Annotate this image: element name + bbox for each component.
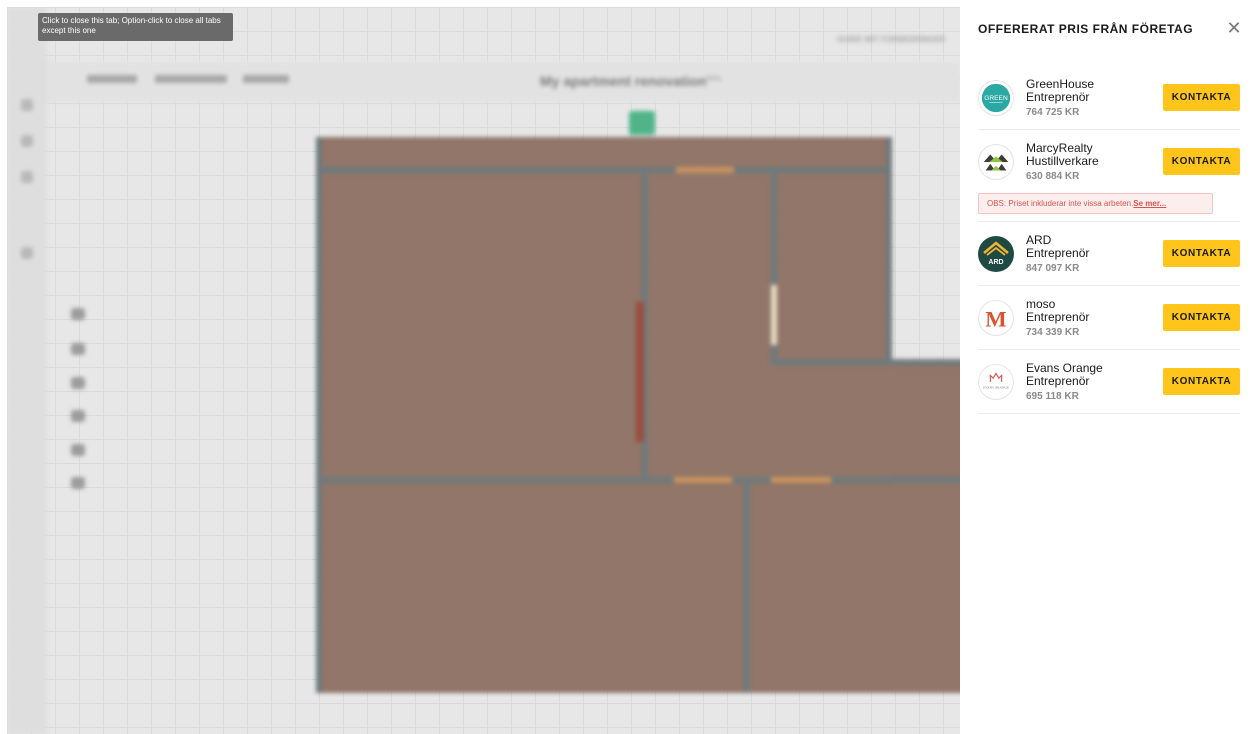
svg-text:ARD: ARD <box>988 259 1003 266</box>
tool-icon <box>21 99 33 111</box>
door <box>676 167 734 173</box>
door <box>636 302 644 442</box>
provider-type: Hustillverkare <box>1026 154 1099 168</box>
background-app-title: My apartment renovationBeta <box>540 73 721 89</box>
side-tool-icon <box>71 444 85 456</box>
provider-type: Entreprenör <box>1026 246 1090 260</box>
wall <box>316 137 322 693</box>
nav-item <box>155 75 227 83</box>
door <box>771 285 777 345</box>
provider-price: 847 097 KR <box>1026 263 1080 274</box>
nav-item <box>87 75 137 83</box>
floor-plan <box>316 137 960 693</box>
greenhouse-logo-icon: GREEN <box>978 80 1014 116</box>
floor-planner-background: My apartment renovationBeta GUIDE MIT FO… <box>7 7 960 734</box>
moso-logo-icon: M <box>978 300 1014 336</box>
side-tool-icon <box>71 377 85 389</box>
wall <box>771 359 960 365</box>
ard-logo-graphic: ARD <box>983 241 1009 266</box>
kontakta-button-marcyrealty[interactable]: KONTAKTA <box>1163 148 1240 175</box>
close-icon[interactable]: ✕ <box>1226 19 1242 37</box>
nav-item <box>243 75 289 83</box>
provider-type: Entreprenör <box>1026 374 1090 388</box>
panel-header: OFFERERAT PRIS FRÅN FÖRETAG ✕ <box>960 0 1250 58</box>
kontakta-button-evans-orange[interactable]: KONTAKTA <box>1163 368 1240 395</box>
see-more-link[interactable]: Se mer... <box>1133 199 1166 208</box>
title-badge: Beta <box>706 75 721 83</box>
provider-price: 734 339 KR <box>1026 327 1080 338</box>
tool-icon <box>21 135 33 147</box>
side-tool-icon <box>71 343 85 355</box>
provider-row-evans-orange: EVANS ORANGE Evans Orange Entreprenör 69… <box>978 350 1240 414</box>
panel-title: OFFERERAT PRIS FRÅN FÖRETAG <box>978 22 1194 36</box>
kontakta-button-ard[interactable]: KONTAKTA <box>1163 240 1240 267</box>
floor-area <box>316 137 892 693</box>
marcyrealty-logo-icon <box>978 144 1014 180</box>
provider-row-greenhouse: GREEN GreenHouse Entreprenör 764 725 KR … <box>978 66 1240 130</box>
door <box>771 477 831 483</box>
provider-price: 630 884 KR <box>1026 171 1080 182</box>
wall <box>316 167 886 173</box>
door <box>674 477 732 483</box>
app-root: My apartment renovationBeta GUIDE MIT FO… <box>0 0 1250 734</box>
moso-logo-graphic: M <box>985 307 1006 332</box>
ard-logo-icon: ARD <box>978 236 1014 272</box>
provider-row-moso: M moso Entreprenör 734 339 KR KONTAKTA <box>978 286 1240 350</box>
side-tool-icon <box>71 308 85 320</box>
notice-text: OBS: Priset inkluderar inte vissa arbete… <box>987 199 1134 208</box>
wall <box>744 477 750 693</box>
app-title-text: My apartment renovation <box>540 73 707 89</box>
side-tool-icon <box>71 410 85 422</box>
svg-text:M: M <box>985 307 1006 332</box>
svg-text:EVANS ORANGE: EVANS ORANGE <box>983 386 1009 390</box>
provider-row-marcyrealty: MarcyRealty Hustillverkare 630 884 KR KO… <box>978 130 1240 190</box>
price-notice: OBS: Priset inkluderar inte vissa arbete… <box>978 193 1213 214</box>
wall <box>316 477 960 483</box>
greenhouse-logo-graphic: GREEN <box>981 83 1011 113</box>
evans-orange-logo-graphic: EVANS ORANGE <box>983 372 1009 390</box>
svg-text:GREEN: GREEN <box>984 95 1008 102</box>
provider-type: Entreprenör <box>1026 310 1090 324</box>
provider-type: Entreprenör <box>1026 90 1090 104</box>
kontakta-button-greenhouse[interactable]: KONTAKTA <box>1163 84 1240 111</box>
view-2d-toggle <box>629 111 655 135</box>
background-content: My apartment renovationBeta GUIDE MIT FO… <box>7 7 960 734</box>
evans-orange-logo-icon: EVANS ORANGE <box>978 364 1014 400</box>
side-tool-icon <box>71 477 85 489</box>
header-right-label: GUIDE MIT FORBEDRINGER <box>837 35 946 44</box>
tab-close-tooltip: Click to close this tab; Option-click to… <box>38 13 233 41</box>
floor-area <box>892 362 960 693</box>
provider-row-ard: ARD ARD Entreprenör 847 097 KR KONTAKTA <box>978 222 1240 286</box>
left-toolbar <box>7 7 47 734</box>
kontakta-button-moso[interactable]: KONTAKTA <box>1163 304 1240 331</box>
provider-price: 764 725 KR <box>1026 107 1080 118</box>
provider-price: 695 118 KR <box>1026 391 1079 402</box>
quote-panel: OFFERERAT PRIS FRÅN FÖRETAG ✕ GREEN Gree… <box>960 0 1250 734</box>
tool-icon <box>21 171 33 183</box>
marcyrealty-logo-graphic <box>983 154 1009 171</box>
tool-icon <box>21 247 33 259</box>
wall <box>886 137 892 363</box>
